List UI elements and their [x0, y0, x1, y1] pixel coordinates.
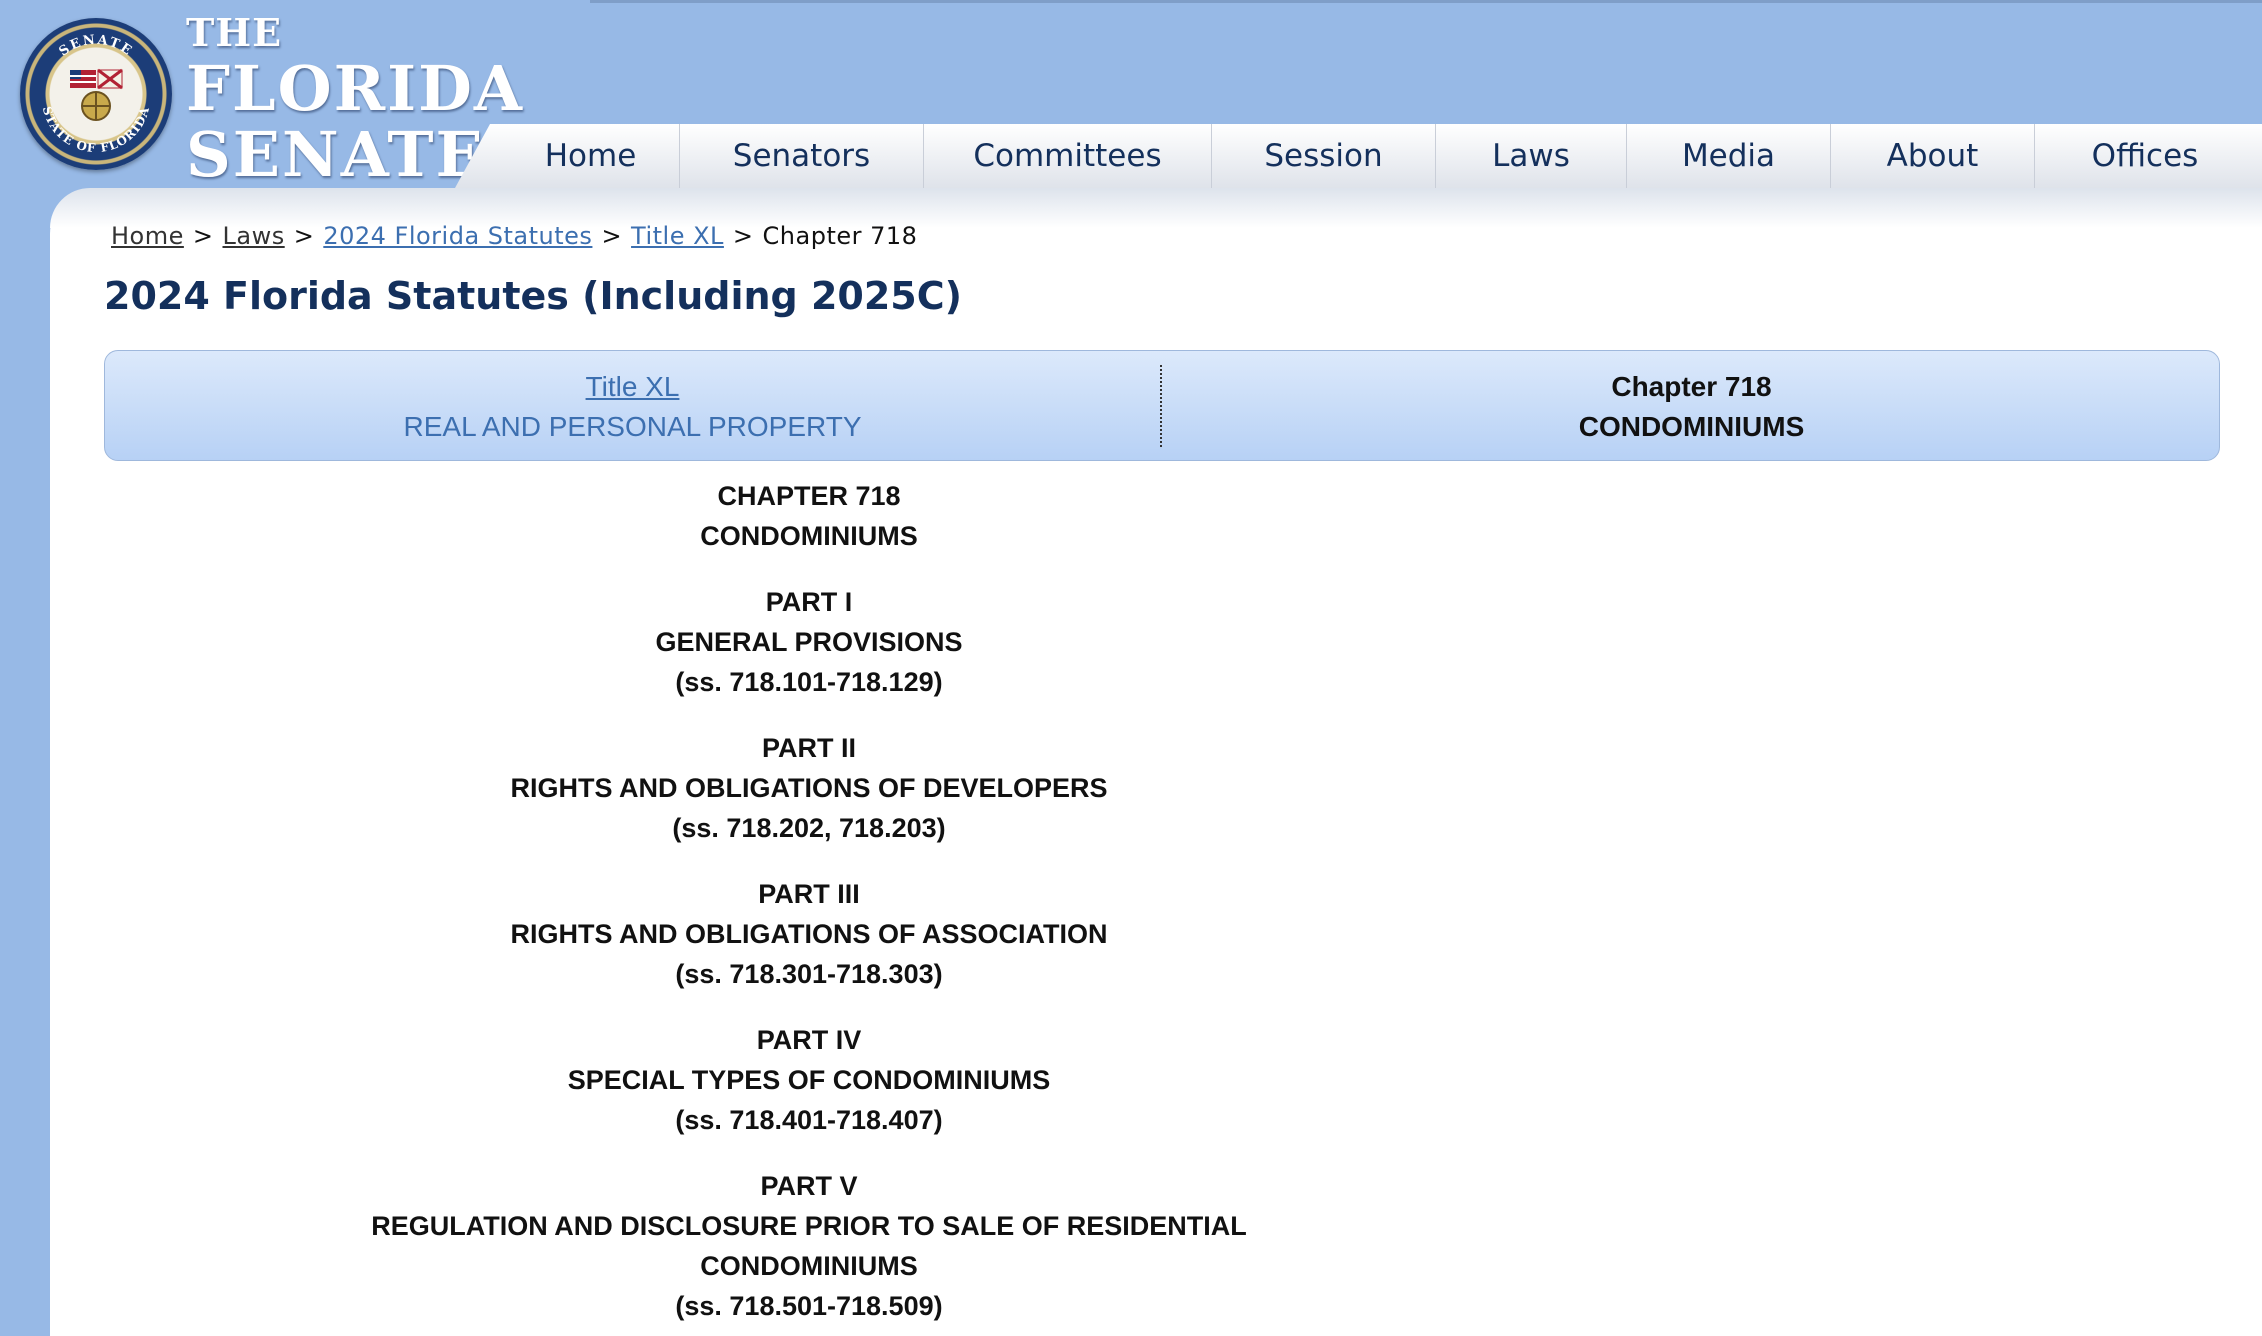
toc-part-number: PART V — [760, 1171, 858, 1201]
breadcrumb-title-xl[interactable]: Title XL — [631, 222, 724, 250]
navbox-chapter-title: Chapter 718 — [1611, 371, 1772, 402]
toc-part[interactable]: PART III RIGHTS AND OBLIGATIONS OF ASSOC… — [104, 874, 1514, 994]
logo-florida: FLORIDA — [186, 52, 525, 125]
navbox-title-section: Title XL REAL AND PERSONAL PROPERTY — [105, 367, 1160, 447]
breadcrumb-laws[interactable]: Laws — [222, 222, 284, 250]
toc-part-number: PART I — [765, 587, 853, 617]
navbox-title-link[interactable]: Title XL — [586, 367, 680, 407]
toc-part-range: (ss. 718.202, 718.203) — [672, 813, 946, 843]
toc-part-range: (ss. 718.101-718.129) — [675, 667, 943, 697]
toc-part-number: PART IV — [756, 1025, 862, 1055]
navbox-chapter-subtitle: CONDOMINIUMS — [1578, 411, 1805, 442]
toc-part-name: GENERAL PROVISIONS — [655, 627, 963, 657]
toc-chapter-heading: CHAPTER 718 CONDOMINIUMS — [104, 476, 1514, 556]
breadcrumb-separator: > — [601, 222, 623, 250]
navbox-chapter-section: Chapter 718 CONDOMINIUMS — [1162, 367, 2221, 447]
toc-part-number: PART II — [762, 733, 856, 763]
toc-part-name: REGULATION AND DISCLOSURE PRIOR TO SALE … — [371, 1211, 1247, 1241]
toc-part-number: PART III — [758, 879, 860, 909]
breadcrumb-separator: > — [732, 222, 754, 250]
seal-text-top: SENATE — [56, 33, 133, 60]
nav-media[interactable]: Media — [1627, 124, 1831, 188]
toc-part-name: RIGHTS AND OBLIGATIONS OF ASSOCIATION — [510, 919, 1108, 949]
navbox-title-subtitle: REAL AND PERSONAL PROPERTY — [403, 411, 862, 442]
nav-offices[interactable]: Offices — [2035, 124, 2255, 188]
nav-senators[interactable]: Senators — [680, 124, 924, 188]
toc-part-name: SPECIAL TYPES OF CONDOMINIUMS — [567, 1065, 1051, 1095]
header-top-line — [590, 0, 2262, 3]
toc-part[interactable]: PART IV SPECIAL TYPES OF CONDOMINIUMS (s… — [104, 1020, 1514, 1140]
breadcrumb-separator: > — [192, 222, 214, 250]
toc-part-range: (ss. 718.501-718.509) — [675, 1291, 943, 1321]
content-panel: Home > Laws >2024 Florida Statutes > Title XL… — [50, 188, 2262, 1336]
nav-session[interactable]: Session — [1212, 124, 1436, 188]
nav-home[interactable]: Home — [502, 124, 680, 188]
nav-about[interactable]: About — [1831, 124, 2035, 188]
breadcrumb: Home > Laws >2024 Florida Statutes > Title XL… — [111, 222, 917, 250]
toc-part[interactable]: PART I GENERAL PROVISIONS (ss. 718.101-7… — [104, 582, 1514, 702]
toc-chapter-number: CHAPTER 718 — [717, 481, 901, 511]
breadcrumb-current: Chapter 718 — [762, 222, 918, 250]
breadcrumb-separator: > — [293, 222, 315, 250]
main-nav: Home Senators Committees Session Laws Me… — [455, 124, 2262, 188]
breadcrumb-statutes[interactable]: 2024 Florida Statutes — [323, 222, 592, 250]
toc-part[interactable]: PART II RIGHTS AND OBLIGATIONS OF DEVELO… — [104, 728, 1514, 848]
toc-part[interactable]: PART V REGULATION AND DISCLOSURE PRIOR T… — [104, 1166, 1514, 1326]
page-title: 2024 Florida Statutes (Including 2025C) — [104, 274, 962, 318]
seal-emblem-icon: SENATE STATE OF FLORIDA — [40, 33, 151, 156]
chapter-table-of-contents: CHAPTER 718 CONDOMINIUMS PART I GENERAL … — [104, 476, 1514, 1336]
toc-part-name-cont: CONDOMINIUMS — [700, 1251, 918, 1281]
logo-the: THE — [186, 10, 283, 55]
nav-laws[interactable]: Laws — [1436, 124, 1627, 188]
breadcrumb-home[interactable]: Home — [111, 222, 184, 250]
senate-seal-logo[interactable]: SENATE STATE OF FLORIDA — [20, 18, 172, 170]
svg-text:SENATE: SENATE — [56, 33, 135, 60]
toc-part-range: (ss. 718.401-718.407) — [675, 1105, 943, 1135]
toc-part-range: (ss. 718.301-718.303) — [675, 959, 943, 989]
toc-chapter-name: CONDOMINIUMS — [700, 521, 918, 551]
left-background-strip — [0, 188, 50, 1336]
site-header: SENATE STATE OF FLORIDA THE FLORIDA SENA… — [0, 0, 2262, 195]
title-chapter-navbox: Title XL REAL AND PERSONAL PROPERTY Chap… — [104, 350, 2220, 461]
nav-committees[interactable]: Committees — [924, 124, 1212, 188]
toc-part-name: RIGHTS AND OBLIGATIONS OF DEVELOPERS — [510, 773, 1108, 803]
